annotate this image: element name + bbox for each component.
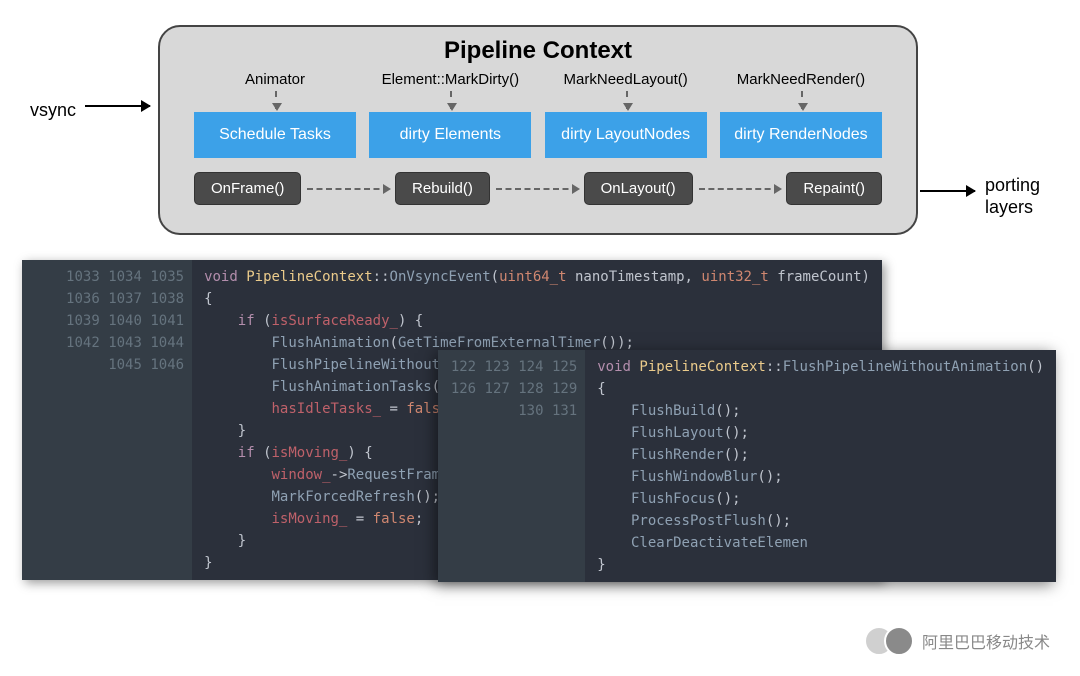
dash-arrow-right-icon (699, 188, 781, 190)
box-dirty-layoutnodes: dirty LayoutNodes (545, 112, 707, 158)
dash-arrow-down-icon (275, 91, 277, 109)
box-dirty-rendernodes: dirty RenderNodes (720, 112, 882, 158)
dash-arrow-down-icon (450, 91, 452, 109)
context-title: Pipeline Context (180, 37, 896, 65)
porting-layers-label: porting layers (985, 175, 1040, 218)
box-dirty-elements: dirty Elements (369, 112, 531, 158)
dash-arrow-down-icon (801, 91, 803, 109)
output-arrow (920, 190, 975, 192)
pipeline-diagram: vsync Pipeline Context Animator Element:… (0, 0, 1080, 250)
blue-row: Schedule Tasks dirty Elements dirty Layo… (180, 112, 896, 158)
line-gutter: 1033 1034 1035 1036 1037 1038 1039 1040 … (22, 260, 192, 580)
box-repaint: Repaint() (786, 172, 882, 205)
dash-arrow-right-icon (496, 188, 578, 190)
trigger-needlayout: MarkNeedLayout() (545, 71, 707, 88)
dash-arrow-down-icon (626, 91, 628, 109)
box-onlayout: OnLayout() (584, 172, 693, 205)
trigger-markdirty: Element::MarkDirty() (369, 71, 531, 88)
code-snippet-flushpipeline: 122 123 124 125 126 127 128 129 130 131 … (438, 350, 1056, 582)
watermark: 阿里巴巴移动技术 (874, 626, 1050, 656)
code-body: void PipelineContext::FlushPipelineWitho… (585, 350, 1056, 582)
box-rebuild: Rebuild() (395, 172, 490, 205)
watermark-text: 阿里巴巴移动技术 (922, 629, 1050, 653)
trigger-animator: Animator (194, 71, 356, 88)
box-schedule-tasks: Schedule Tasks (194, 112, 356, 158)
wechat-icon (874, 626, 914, 656)
dash-arrow-right-icon (307, 188, 389, 190)
line-gutter: 122 123 124 125 126 127 128 129 130 131 (438, 350, 585, 582)
box-onframe: OnFrame() (194, 172, 301, 205)
dark-row: OnFrame() Rebuild() OnLayout() Repaint() (180, 172, 896, 205)
trigger-needrender: MarkNeedRender() (720, 71, 882, 88)
trigger-row: Animator Element::MarkDirty() MarkNeedLa… (180, 71, 896, 88)
vsync-label: vsync (30, 100, 76, 121)
input-arrow (85, 105, 150, 107)
pipeline-context-box: Pipeline Context Animator Element::MarkD… (158, 25, 918, 235)
